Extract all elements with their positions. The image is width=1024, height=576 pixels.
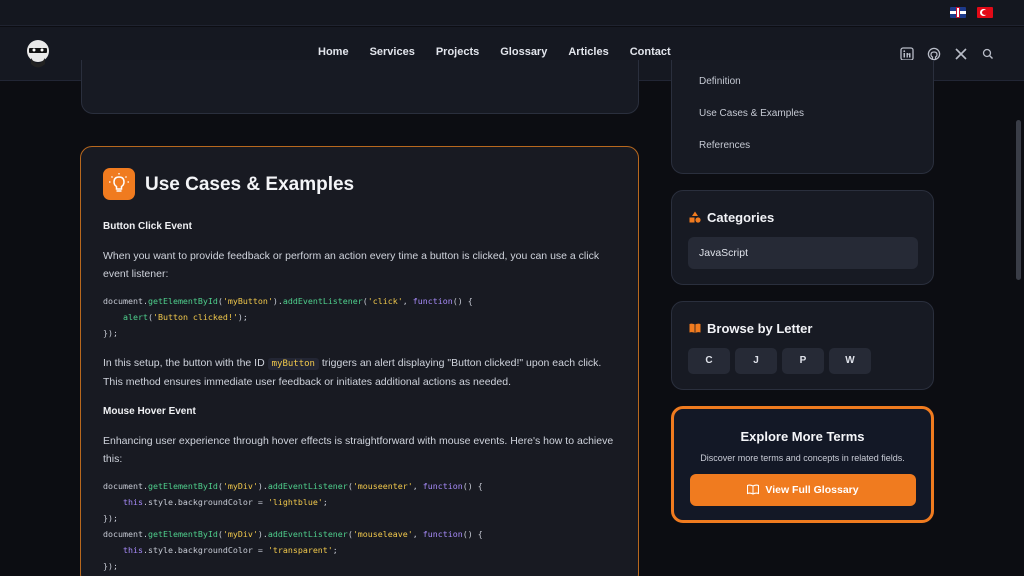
toc-item-definition[interactable]: Definition <box>699 76 741 87</box>
explore-more-card: Explore More Terms Discover more terms a… <box>671 406 934 523</box>
page-scrollbar[interactable] <box>1016 120 1021 280</box>
open-book-icon <box>747 484 760 495</box>
button-click-explanation: In this setup, the button with the ID my… <box>103 354 623 391</box>
nav-link-contact[interactable]: Contact <box>630 46 671 58</box>
nav-link-home[interactable]: Home <box>318 46 349 58</box>
letter-w-button[interactable]: W <box>829 348 871 374</box>
nav-link-glossary[interactable]: Glossary <box>500 46 547 58</box>
linkedin-icon[interactable] <box>900 47 914 61</box>
site-logo-icon[interactable] <box>24 38 52 70</box>
button-click-heading: Button Click Event <box>103 221 192 232</box>
search-icon[interactable] <box>981 47 995 61</box>
english-flag-icon[interactable] <box>950 7 966 18</box>
browse-by-letter-title: Browse by Letter <box>707 321 813 336</box>
letter-p-button[interactable]: P <box>782 348 824 374</box>
explore-title: Explore More Terms <box>740 429 865 444</box>
browse-by-letter-heading: Browse by Letter <box>689 321 812 336</box>
turkish-flag-icon[interactable] <box>977 7 993 18</box>
definition-card <box>81 60 639 114</box>
table-of-contents-card: Definition Use Cases & Examples Referenc… <box>671 60 934 174</box>
github-icon[interactable] <box>927 47 941 61</box>
categories-title: Categories <box>707 210 775 225</box>
browse-by-letter-card: Browse by Letter C J P W <box>671 301 934 390</box>
mouse-hover-heading: Mouse Hover Event <box>103 406 196 417</box>
section-title: Use Cases & Examples <box>145 174 355 195</box>
inline-code-mybutton: myButton <box>267 358 319 370</box>
view-full-glossary-button[interactable]: View Full Glossary <box>690 474 916 506</box>
x-icon[interactable] <box>954 47 968 61</box>
nav-link-projects[interactable]: Projects <box>436 46 479 58</box>
categories-heading: Categories <box>689 210 774 225</box>
code-block-hover: document.getElementById('myDiv').addEven… <box>103 481 483 571</box>
explanation-text-before: In this setup, the button with the ID <box>103 357 265 369</box>
book-icon <box>689 323 701 333</box>
top-utility-bar <box>0 0 1024 26</box>
nav-link-services[interactable]: Services <box>370 46 415 58</box>
letter-j-button[interactable]: J <box>735 348 777 374</box>
button-click-intro: When you want to provide feedback or per… <box>103 250 600 280</box>
nav-link-articles[interactable]: Articles <box>568 46 608 58</box>
view-full-glossary-label: View Full Glossary <box>765 484 859 496</box>
mouse-hover-intro: Enhancing user experience through hover … <box>103 435 614 465</box>
use-cases-card: Use Cases & Examples Button Click Event … <box>80 146 639 576</box>
lightbulb-icon <box>103 168 135 200</box>
category-javascript[interactable]: JavaScript <box>688 237 918 269</box>
categories-card: Categories JavaScript <box>671 190 934 285</box>
explore-subtitle: Discover more terms and concepts in rela… <box>700 453 905 463</box>
shapes-icon <box>689 211 701 223</box>
toc-item-references[interactable]: References <box>699 140 750 151</box>
letter-c-button[interactable]: C <box>688 348 730 374</box>
toc-item-use-cases[interactable]: Use Cases & Examples <box>699 108 804 119</box>
code-block-click: document.getElementById('myButton').addE… <box>103 296 473 338</box>
